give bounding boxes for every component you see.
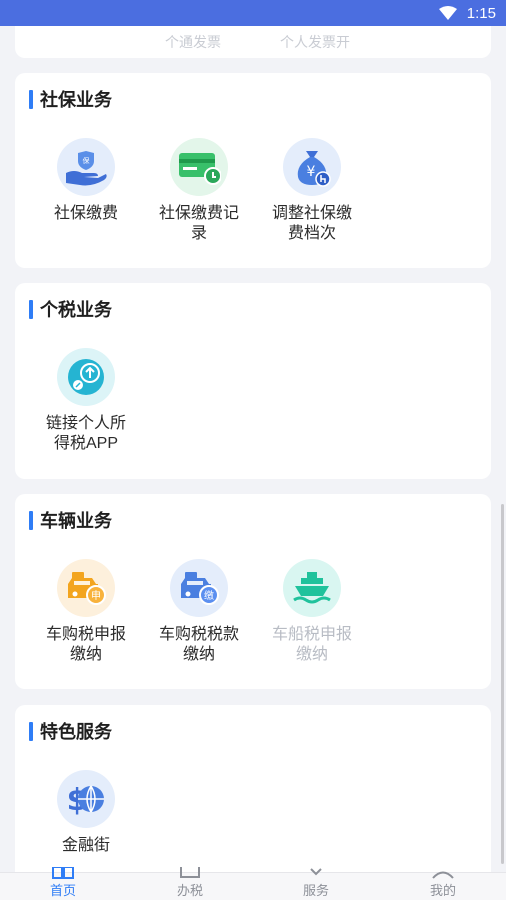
link-tax-app-item[interactable]: 链接个人所 得税APP [36,348,136,454]
title-bar [29,299,33,319]
section-title-text: 个税业务 [40,300,112,320]
svg-text:保: 保 [83,156,90,165]
item-label: 车船税申报 缴纳 [271,626,352,663]
item-label: 社保缴费 [53,205,118,222]
finance-street-item[interactable]: $ 金融街 [36,770,136,856]
item-label: 车购税申报 缴纳 [45,626,126,663]
top-card: 个通发票 个人发票开 [15,26,491,58]
section-title-text: 车辆业务 [40,511,112,531]
service-icon [310,868,322,876]
adjust-social-security-level-item[interactable]: ¥ 调整社保缴 费档次 [262,138,362,244]
section-title: 车辆业务 [29,510,112,531]
tab-label: 首页 [49,883,76,898]
title-bar [29,721,33,741]
tab-service[interactable]: 服务 [276,868,356,900]
vehicle-business-card: 车辆业务 申 车购税申报 缴纳 缴 车购税税款 缴纳 车船税申报 缴纳 [15,494,491,689]
tax-icon [180,867,200,878]
section-title-text: 特色服务 [40,722,112,742]
wifi-icon [438,6,457,20]
card-clock-icon [170,138,228,196]
item-label: 车购税税款 缴纳 [158,626,239,663]
hand-shield-icon: 保 [57,138,115,196]
section-title: 特色服务 [29,721,112,742]
section-title: 社保业务 [29,89,112,110]
bottom-tab-bar: 首页 办税 服务 我的 [0,867,506,900]
money-bag-icon: ¥ [283,138,341,196]
featured-services-card: 特色服务 $ 金融街 [15,705,491,872]
badge-text: 申 [91,589,101,602]
svg-text:¥: ¥ [307,164,316,180]
upload-link-icon [57,348,115,406]
item-label: 调整社保缴 费档次 [271,205,352,242]
profile-icon [432,871,454,879]
status-time: 1:15 [466,4,496,22]
item-label: 链接个人所 得税APP [45,415,126,452]
tab-profile[interactable]: 我的 [403,871,483,900]
top-item-right[interactable]: 个人发票开 [280,32,350,52]
home-icon [52,867,74,879]
item-label: 社保缴费记 录 [158,205,239,242]
individual-tax-card: 个税业务 链接个人所 得税APP [15,283,491,479]
car-declare-icon: 申 [57,559,115,617]
vessel-tax-declare-item[interactable]: 车船税申报 缴纳 [262,559,362,665]
tab-label: 办税 [176,883,203,898]
badge-text: 缴 [204,589,214,602]
title-bar [29,510,33,530]
main-scroll[interactable]: 个通发票 个人发票开 社保业务 保 社保缴费 社保缴费记 录 ¥ 调整社保缴 费… [0,26,506,872]
section-title: 个税业务 [29,299,112,320]
finance-globe-icon: $ [57,770,115,828]
scrollbar[interactable] [501,504,504,864]
status-bar: 1:15 [0,0,506,26]
top-item-left[interactable]: 个通发票 [165,32,221,52]
section-title-text: 社保业务 [40,90,112,110]
tab-home[interactable]: 首页 [23,867,103,900]
car-pay-icon: 缴 [170,559,228,617]
item-label: 金融街 [61,837,110,854]
tab-tax[interactable]: 办税 [150,867,230,900]
social-security-payment-item[interactable]: 保 社保缴费 [36,138,136,224]
vehicle-purchase-tax-declare-item[interactable]: 申 车购税申报 缴纳 [36,559,136,665]
tab-label: 我的 [429,883,456,898]
social-security-card: 社保业务 保 社保缴费 社保缴费记 录 ¥ 调整社保缴 费档次 [15,73,491,268]
tab-label: 服务 [302,883,329,898]
ship-icon [283,559,341,617]
social-security-record-item[interactable]: 社保缴费记 录 [149,138,249,244]
vehicle-purchase-tax-payment-item[interactable]: 缴 车购税税款 缴纳 [149,559,249,665]
title-bar [29,89,33,109]
